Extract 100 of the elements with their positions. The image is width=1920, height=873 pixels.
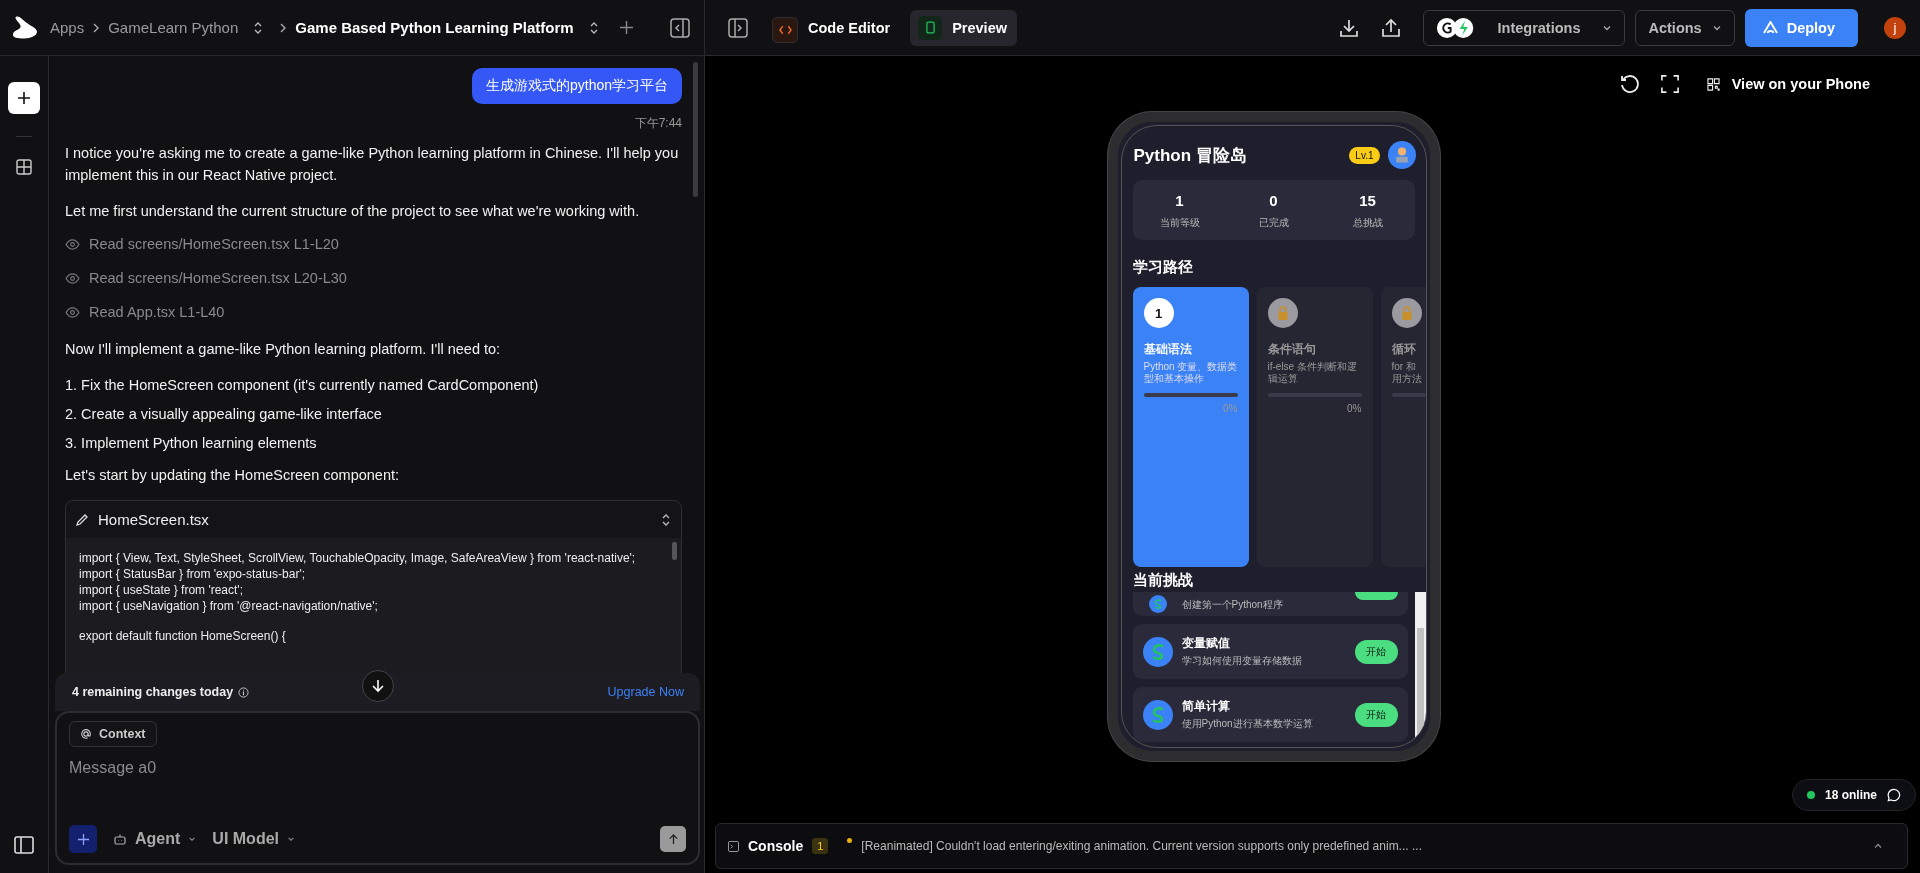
- new-chat-button[interactable]: [8, 82, 40, 114]
- fullscreen-icon[interactable]: [1660, 75, 1679, 93]
- actions-dropdown[interactable]: Actions: [1635, 9, 1735, 46]
- eye-icon: [65, 306, 80, 318]
- breadcrumb-link[interactable]: Game Based Python Learning Platform: [295, 19, 574, 36]
- challenge-title: 简单计算: [1181, 698, 1231, 714]
- code-line: import { View, Text, StyleSheet, ScrollView, TouchableOpacity, Image, SafeAreaView } from 'react-native';: [79, 550, 637, 566]
- plus-icon: [18, 92, 30, 104]
- panel-toggle-icon[interactable]: [728, 17, 748, 38]
- switcher-icon[interactable]: [253, 20, 264, 35]
- chevron-down-icon: [287, 835, 295, 843]
- view-tab[interactable]: Preview: [910, 9, 1017, 46]
- attach-button[interactable]: [69, 825, 97, 853]
- context-button[interactable]: Context: [69, 721, 157, 747]
- view-tab[interactable]: Code Editor: [764, 6, 901, 49]
- challenge-description: 创建第一个Python程序: [1181, 598, 1284, 612]
- sidebar-toggle-icon[interactable]: [14, 835, 34, 855]
- stat-label: 当前等级: [1159, 216, 1200, 230]
- arrow-down-icon: [371, 679, 385, 693]
- collapse-panel-icon[interactable]: [670, 17, 690, 38]
- plus-icon: [77, 833, 89, 845]
- deploy-icon: [1762, 21, 1778, 34]
- assistant-paragraph: Now I'll implement a game-like Python learning platform. I'll need to:: [65, 340, 502, 359]
- eye-icon: [65, 238, 80, 250]
- scroll-down-button[interactable]: [362, 670, 394, 702]
- list-item: 3. Implement Python learning elements: [65, 434, 318, 453]
- stat-value: 15: [1359, 192, 1376, 209]
- code-line: import { StatusBar } from 'expo-status-bar';: [79, 566, 306, 582]
- lesson-description: for 和用方法: [1391, 361, 1423, 385]
- code-line: export default function HomeScreen() {: [79, 628, 287, 644]
- terminal-icon: [728, 840, 739, 852]
- progress-percent: 0%: [1223, 403, 1238, 414]
- start-button[interactable]: [1354, 592, 1398, 600]
- file-read-step: Read screens/HomeScreen.tsx L1-L20: [89, 236, 339, 252]
- arrow-up-icon: [667, 833, 679, 845]
- download-icon[interactable]: [1338, 17, 1359, 38]
- avatar-icon[interactable]: [1387, 141, 1416, 169]
- info-icon[interactable]: [238, 686, 250, 698]
- integrations-logo-icon: [1435, 16, 1476, 39]
- lesson-number: 1: [1143, 298, 1174, 328]
- lesson-card[interactable]: 条件语句 if-else 条件判断和逻辑运算 0%: [1256, 287, 1373, 567]
- chevron-down-icon: [188, 835, 197, 843]
- lesson-title: 条件语句: [1267, 342, 1317, 357]
- list-item: 1. Fix the HomeScreen component (it's currently named CardComponent): [65, 376, 540, 395]
- lesson-card[interactable]: 1 基础语法 Python 变量、数据类型和基本操作 0%: [1132, 287, 1249, 567]
- section-title: 当前挑战: [1132, 571, 1194, 590]
- share-icon[interactable]: [1380, 17, 1401, 38]
- deploy-button[interactable]: Deploy: [1744, 8, 1858, 47]
- breadcrumb-link[interactable]: Apps: [50, 19, 85, 36]
- code-line: import { useState } from 'react';: [79, 582, 244, 598]
- lesson-title: 基础语法: [1143, 342, 1193, 357]
- refresh-icon[interactable]: [1618, 74, 1639, 94]
- chevron-up-icon[interactable]: [1873, 841, 1883, 851]
- integrations-button[interactable]: Integrations: [1422, 9, 1626, 46]
- view-on-phone-button[interactable]: View on your Phone: [1700, 76, 1870, 92]
- level-badge: Lv.1: [1349, 146, 1380, 164]
- upgrade-link[interactable]: Upgrade Now: [607, 685, 684, 699]
- user-avatar[interactable]: j: [1884, 16, 1906, 39]
- message-time: 下午7:44: [634, 115, 682, 132]
- switcher-icon[interactable]: [588, 20, 599, 35]
- expand-icon[interactable]: [661, 512, 671, 527]
- file-read-step: Read App.tsx L1-L40: [89, 304, 225, 320]
- user-message: 生成游戏式的python学习平台: [471, 68, 682, 104]
- stat-label: 总挑战: [1352, 216, 1383, 230]
- file-name: HomeScreen.tsx: [98, 511, 210, 528]
- challenge-card[interactable]: 变量赋值 学习如何使用变量存储数据 开始: [1132, 624, 1408, 679]
- section-title: 学习路径: [1132, 258, 1194, 277]
- start-button[interactable]: 开始: [1354, 702, 1398, 727]
- at-sign-icon: [80, 728, 92, 740]
- breadcrumb-link[interactable]: GameLearn Python: [108, 19, 239, 36]
- message-input[interactable]: Message a0: [69, 759, 686, 777]
- challenge-description: 学习如何使用变量存储数据: [1181, 653, 1303, 668]
- online-count: 18 online: [1825, 788, 1877, 802]
- progress-percent: 0%: [1347, 403, 1362, 414]
- start-button[interactable]: 开始: [1354, 639, 1398, 664]
- chat-bubble-icon: [1887, 788, 1901, 802]
- robot-icon: [113, 832, 127, 846]
- scrollbar[interactable]: [672, 542, 677, 560]
- lesson-title: 循环: [1391, 342, 1417, 357]
- snake-icon: [1142, 636, 1173, 667]
- stat-label: 已完成: [1258, 216, 1289, 230]
- challenge-title: 变量赋值: [1181, 635, 1231, 651]
- remaining-changes: 4 remaining changes today: [72, 685, 234, 699]
- file-read-step: Read screens/HomeScreen.tsx L20-L30: [89, 270, 347, 286]
- model-dropdown[interactable]: UI Model: [212, 830, 295, 848]
- lesson-description: Python 变量、数据类型和基本操作: [1143, 361, 1238, 385]
- lesson-card[interactable]: 循环 for 和用方法: [1380, 287, 1426, 567]
- grid-icon[interactable]: [16, 159, 32, 175]
- list-item: 2. Create a visually appealing game-like interface: [65, 405, 383, 424]
- plus-icon[interactable]: [619, 21, 633, 34]
- console-message: [Reanimated] Couldn't load entering/exiting animation. Current version supports only predefined anim... ...: [861, 839, 1422, 853]
- online-indicator[interactable]: 18 online: [1792, 779, 1916, 811]
- console-count-badge: 1: [812, 838, 829, 854]
- snake-icon: [1142, 699, 1173, 730]
- send-button[interactable]: [660, 826, 686, 852]
- challenge-card[interactable]: 创建第一个Python程序: [1132, 592, 1408, 616]
- warning-dot-icon: [847, 838, 853, 843]
- agent-dropdown[interactable]: Agent: [113, 830, 197, 848]
- challenge-card[interactable]: 简单计算 使用Python进行基本数学运算 开始: [1132, 687, 1408, 742]
- console-bar[interactable]: Console 1 [Reanimated] Couldn't load entering/exiting animation. Current version supports only predefined anim... ...: [715, 823, 1908, 869]
